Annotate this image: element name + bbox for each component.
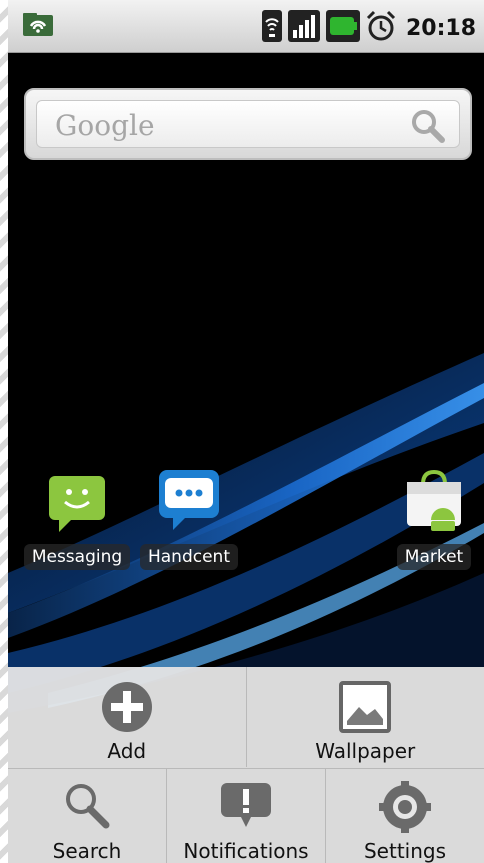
search-icon[interactable] (409, 108, 447, 148)
app-messaging[interactable]: Messaging (18, 474, 136, 570)
search-box[interactable]: Google (36, 100, 460, 148)
menu-label: Wallpaper (315, 739, 416, 763)
notifications-icon (219, 781, 273, 835)
notification-download-icon[interactable] (22, 12, 56, 42)
app-label: Handcent (139, 544, 238, 570)
menu-item-settings[interactable]: Settings (325, 769, 484, 863)
market-icon (401, 469, 467, 538)
handcent-icon (155, 470, 223, 538)
app-market[interactable]: Market (384, 468, 484, 570)
add-icon (99, 679, 155, 739)
battery-icon (325, 10, 360, 46)
menu-row-top: Add Wallpaper (8, 667, 484, 767)
app-label: Messaging (23, 544, 131, 570)
menu-label: Search (52, 839, 122, 863)
menu-label: Add (107, 739, 147, 763)
menu-label: Notifications (183, 839, 309, 863)
app-label: Market (396, 544, 472, 570)
alarm-icon (366, 10, 396, 46)
status-bar-time: 20:18 (405, 15, 476, 41)
search-icon (62, 781, 112, 835)
wifi-icon (261, 10, 282, 46)
menu-item-add[interactable]: Add (8, 667, 246, 767)
phone-screen: 20:18 Google Messaging Handcent Market A… (8, 0, 484, 863)
wallpaper-icon (337, 679, 393, 739)
signal-icon (287, 10, 320, 46)
menu-row-bottom: Search Notifications Settings (8, 768, 484, 863)
google-search-widget[interactable]: Google (24, 88, 472, 160)
menu-item-search[interactable]: Search (8, 769, 166, 863)
options-menu: Add Wallpaper Search Notifications Setti… (8, 667, 484, 863)
messaging-icon (45, 476, 109, 538)
settings-icon (379, 781, 431, 837)
app-handcent[interactable]: Handcent (130, 468, 248, 570)
search-placeholder: Google (55, 109, 155, 142)
menu-item-notifications[interactable]: Notifications (166, 769, 325, 863)
menu-label: Settings (363, 839, 447, 863)
status-bar: 20:18 (8, 0, 484, 53)
menu-item-wallpaper[interactable]: Wallpaper (245, 667, 484, 767)
